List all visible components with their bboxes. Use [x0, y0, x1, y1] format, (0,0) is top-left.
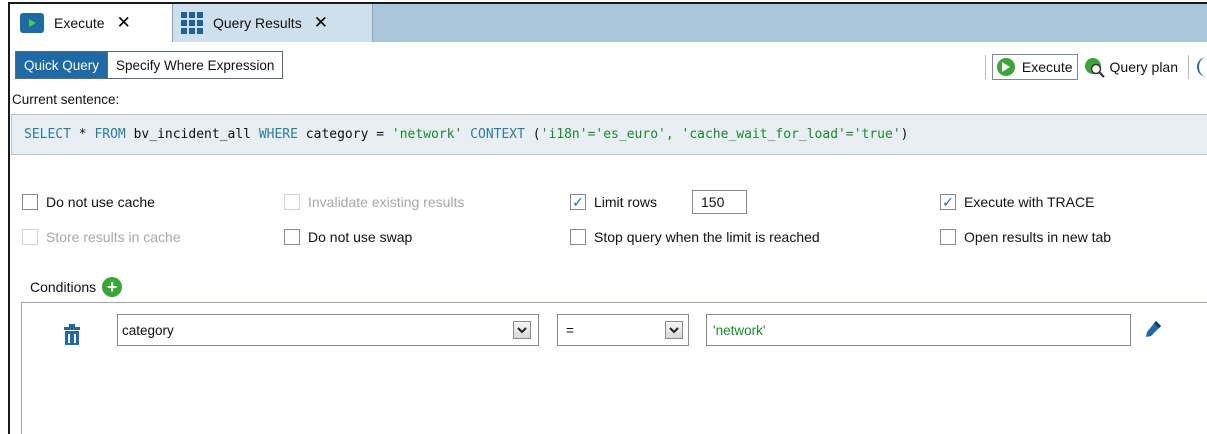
checkbox-box: ✓	[940, 194, 956, 210]
sql-text: *	[70, 127, 95, 142]
toolbar-separator	[1188, 55, 1189, 79]
checkbox-box	[22, 229, 38, 245]
open-results-in-new-tab-label: Open results in new tab	[964, 229, 1112, 245]
execute-button-label: Execute	[1021, 59, 1073, 75]
condition-field-select[interactable]: category	[117, 314, 539, 346]
sql-string: 'network'	[391, 127, 463, 142]
checkbox-box	[284, 194, 300, 210]
tab-bar: Execute ✕ Query Results ✕	[10, 4, 1207, 42]
do-not-use-swap-checkbox[interactable]: Do not use swap	[284, 229, 412, 245]
stop-query-label: Stop query when the limit is reached	[594, 229, 820, 245]
add-condition-icon[interactable]: +	[102, 277, 123, 297]
limit-rows-label: Limit rows	[594, 194, 658, 210]
pencil-icon[interactable]	[1144, 320, 1162, 340]
store-results-in-cache-label: Store results in cache	[46, 229, 181, 245]
checkbox-box	[570, 229, 586, 245]
sql-text: )	[900, 127, 909, 142]
sql-keyword: SELECT	[24, 127, 71, 142]
limit-rows-checkbox[interactable]: ✓ Limit rows	[570, 194, 657, 210]
execute-panel: Execute ✕ Query Results ✕ Quick Query Sp…	[8, 2, 1207, 434]
checkbox-box	[22, 194, 38, 210]
chevron-down-icon[interactable]	[513, 321, 531, 339]
sql-text: bv_incident_all	[125, 127, 259, 142]
store-results-in-cache-checkbox[interactable]: Store results in cache	[22, 229, 181, 245]
do-not-use-cache-checkbox[interactable]: Do not use cache	[22, 194, 155, 210]
checkbox-box: ✓	[570, 194, 586, 210]
query-toolbar: Execute Query plan	[979, 53, 1207, 81]
limit-rows-input[interactable]: 150	[692, 190, 747, 214]
sql-keyword: CONTEXT	[462, 127, 533, 142]
current-sentence-label: Current sentence:	[12, 92, 120, 107]
condition-field-value: category	[122, 322, 174, 338]
checkmark-icon: ✓	[942, 194, 954, 210]
conditions-list: category = 'network'	[21, 302, 1207, 434]
query-plan-button[interactable]: Query plan	[1080, 54, 1182, 80]
chevron-down-icon[interactable]	[665, 321, 683, 339]
conditions-label: Conditions	[30, 279, 97, 295]
tab-execute-label: Execute	[54, 15, 105, 31]
overflow-icon[interactable]	[1197, 57, 1207, 77]
execute-with-trace-label: Execute with TRACE	[964, 194, 1095, 210]
quick-query-button[interactable]: Quick Query	[16, 52, 108, 78]
play-icon	[996, 58, 1015, 76]
sql-keyword: WHERE	[258, 127, 298, 142]
current-sentence-sql: SELECT * FROM bv_incident_all WHERE cate…	[11, 114, 1207, 155]
condition-operator-select[interactable]: =	[557, 314, 689, 346]
invalidate-existing-results-checkbox[interactable]: Invalidate existing results	[284, 194, 464, 210]
do-not-use-swap-label: Do not use swap	[308, 229, 413, 245]
invalidate-existing-results-label: Invalidate existing results	[308, 194, 465, 210]
sql-string: 'i18n'='es_euro', 'cache_wait_for_load'=…	[540, 127, 901, 142]
query-mode-toggle: Quick Query Specify Where Expression	[15, 51, 284, 79]
sql-text: category =	[297, 127, 392, 142]
conditions-header: Conditions +	[30, 277, 123, 297]
tab-execute[interactable]: Execute ✕	[10, 4, 173, 42]
sql-text: (	[532, 127, 541, 142]
execute-with-trace-checkbox[interactable]: ✓ Execute with TRACE	[940, 194, 1094, 210]
specify-where-expression-button[interactable]: Specify Where Expression	[107, 52, 283, 78]
tab-query-results-label: Query Results	[213, 15, 302, 31]
checkbox-box	[284, 229, 300, 245]
query-plan-icon	[1084, 56, 1106, 78]
play-icon	[20, 13, 44, 33]
tab-query-results[interactable]: Query Results ✕	[173, 4, 373, 42]
stop-query-checkbox[interactable]: Stop query when the limit is reached	[570, 229, 820, 245]
trash-icon[interactable]	[63, 324, 81, 346]
sql-keyword: FROM	[94, 127, 126, 142]
condition-operator-value: =	[566, 322, 574, 338]
checkmark-icon: ✓	[572, 194, 584, 210]
grid-icon	[181, 12, 203, 34]
execute-button[interactable]: Execute	[991, 54, 1078, 80]
toolbar-separator	[984, 55, 986, 79]
checkbox-box	[940, 229, 956, 245]
close-icon[interactable]: ✕	[117, 13, 131, 33]
close-icon[interactable]: ✕	[314, 13, 328, 33]
open-results-in-new-tab-checkbox[interactable]: Open results in new tab	[940, 229, 1111, 245]
do-not-use-cache-label: Do not use cache	[46, 194, 155, 210]
condition-value-input[interactable]: 'network'	[706, 314, 1131, 346]
query-plan-label: Query plan	[1109, 59, 1178, 75]
